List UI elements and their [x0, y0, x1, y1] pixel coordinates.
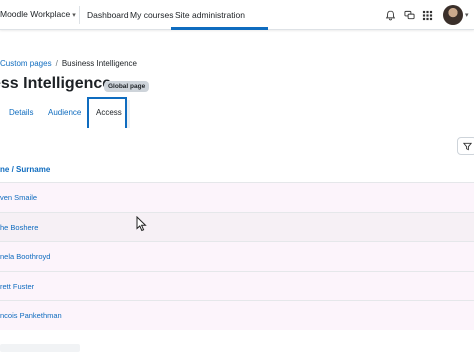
filter-icon	[462, 142, 472, 150]
breadcrumb-separator: /	[55, 59, 58, 68]
tab-bar: Details Audience	[0, 98, 474, 128]
breadcrumb-custom-pages[interactable]: Custom pages	[0, 59, 52, 68]
app-grid-icon[interactable]	[420, 8, 434, 22]
table-row: nela Boothroyd	[0, 241, 474, 271]
column-header-name[interactable]: ne / Surname	[0, 165, 50, 174]
user-name-link[interactable]: ncois Pankethman	[0, 311, 62, 320]
nav-dashboard[interactable]: Dashboard	[87, 10, 129, 20]
column-header-firstname[interactable]: ne	[0, 165, 9, 174]
table-row: rett Fuster	[0, 270, 474, 300]
breadcrumb: Custom pages / Business Intelligence	[0, 59, 137, 68]
bell-icon[interactable]	[383, 8, 397, 22]
table-row: ven Smaile	[0, 182, 474, 212]
site-brand-menu[interactable]: Moodle Workplace ▾	[0, 9, 76, 19]
navbar-divider	[79, 6, 80, 24]
mouse-cursor-icon	[136, 216, 147, 232]
user-name-link[interactable]: he Boshere	[0, 223, 38, 232]
column-header-surname[interactable]: Surname	[16, 165, 50, 174]
active-nav-indicator	[171, 27, 268, 30]
tab-details[interactable]: Details	[9, 108, 33, 117]
breadcrumb-current: Business Intelligence	[61, 59, 137, 68]
chevron-down-icon[interactable]: ▾	[465, 11, 469, 19]
brand-label: Moodle Workplace	[0, 9, 71, 19]
page-title: ess Intelligence	[0, 75, 112, 92]
tab-divider	[127, 100, 130, 128]
tab-audience[interactable]: Audience	[48, 108, 81, 117]
blurred-footer-text	[0, 344, 80, 352]
global-page-badge: Global page	[104, 81, 150, 92]
chat-icon[interactable]	[402, 8, 416, 22]
user-name-link[interactable]: ven Smaile	[0, 193, 37, 202]
top-navbar: Moodle Workplace ▾ Dashboard My courses S…	[0, 0, 474, 30]
user-name-link[interactable]: rett Fuster	[0, 282, 34, 291]
user-table-body: ven Smaile he Boshere nela Boothroyd ret…	[0, 182, 474, 330]
nav-site-administration[interactable]: Site administration	[175, 10, 245, 20]
filter-button[interactable]	[457, 137, 474, 155]
chevron-down-icon: ▾	[72, 12, 76, 19]
nav-my-courses[interactable]: My courses	[130, 10, 173, 20]
user-name-link[interactable]: nela Boothroyd	[0, 252, 50, 261]
tab-access-label: Access	[96, 108, 122, 117]
table-row: he Boshere	[0, 211, 474, 241]
table-row: ncois Pankethman	[0, 300, 474, 330]
user-avatar[interactable]	[443, 5, 463, 25]
